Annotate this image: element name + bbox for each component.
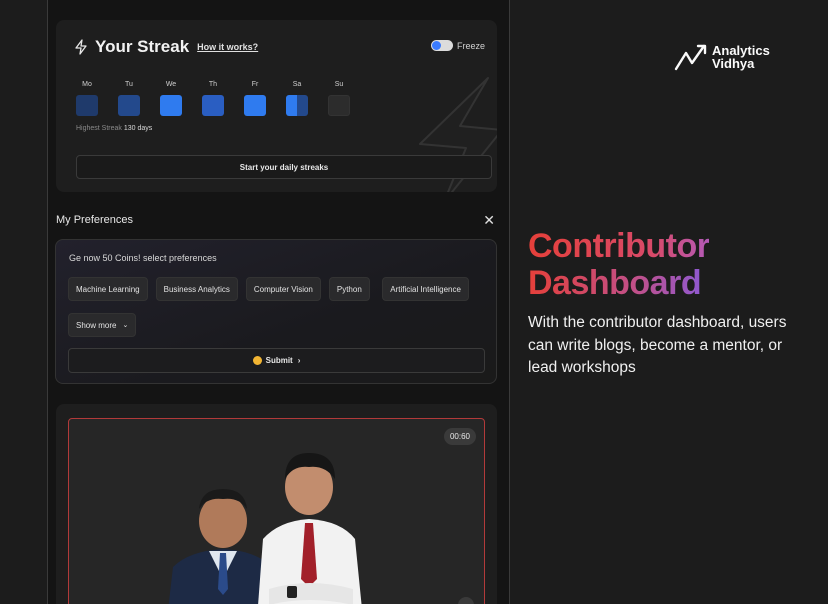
promo-headline: Contributor Dashboard — [528, 227, 710, 302]
day-label: We — [165, 81, 177, 88]
chip-artificial-intelligence[interactable]: Artificial Intelligence — [382, 277, 469, 301]
freeze-label: Freeze — [456, 40, 485, 51]
day-box — [244, 95, 266, 116]
day-fr: Fr — [244, 81, 266, 116]
day-label: Fr — [251, 81, 259, 88]
day-mo: Mo — [76, 81, 98, 116]
day-su: Su — [328, 81, 350, 116]
preference-chips: Machine Learning Business Analytics Comput… — [68, 277, 488, 349]
brand-line-2: Vidhya — [712, 56, 755, 71]
streak-title-row: Your Streak How it works? — [73, 37, 258, 57]
chip-machine-learning[interactable]: Machine Learning — [68, 277, 148, 301]
day-label: Su — [334, 81, 344, 88]
day-box — [76, 95, 98, 116]
analytics-vidhya-logo-icon — [674, 44, 707, 71]
brand-name: Analytics Vidhya — [712, 44, 770, 70]
day-sa: Sa — [286, 81, 308, 116]
coin-icon — [252, 356, 262, 365]
day-box — [328, 95, 350, 116]
chip-business-analytics[interactable]: Business Analytics — [155, 277, 238, 301]
day-label: Sa — [292, 81, 302, 88]
promo-description: With the contributor dashboard, users ca… — [528, 314, 787, 376]
day-box — [202, 95, 224, 116]
highest-streak-label: Highest Streak — [76, 125, 122, 132]
day-tu: Tu — [118, 81, 140, 116]
close-icon[interactable]: ✕ — [483, 212, 495, 229]
show-more-button[interactable]: Show more ⌄ — [68, 313, 137, 337]
day-box — [118, 95, 140, 116]
bolt-icon — [75, 39, 87, 55]
day-label: Th — [208, 81, 218, 88]
headline-line-1: Contributor — [528, 227, 710, 265]
presenters-image — [168, 453, 362, 604]
chip-python[interactable]: Python — [328, 277, 370, 301]
freeze-toggle[interactable]: Freeze — [430, 40, 485, 51]
day-box — [160, 95, 182, 116]
toggle-switch[interactable] — [430, 40, 453, 51]
submit-label: Submit — [265, 356, 293, 365]
submit-button[interactable]: Submit › — [68, 348, 485, 373]
start-streaks-button[interactable]: Start your daily streaks — [76, 155, 492, 179]
show-more-label: Show more — [76, 320, 117, 330]
how-it-works-link[interactable]: How it works? — [197, 42, 258, 52]
chevron-right-icon: › — [297, 356, 301, 365]
day-label: Mo — [82, 81, 92, 88]
highest-streak-value: 130 days — [123, 125, 153, 132]
preferences-title: My Preferences — [56, 214, 134, 226]
preferences-prompt: Ge now 50 Coins! select preferences — [69, 253, 217, 263]
headline-line-2: Dashboard — [528, 265, 709, 302]
video-card: 00:60 — [56, 404, 497, 604]
day-we: We — [160, 81, 182, 116]
preferences-card: Ge now 50 Coins! select preferences Mach… — [55, 239, 497, 384]
day-box — [286, 95, 308, 116]
brand-logo: Analytics Vidhya — [674, 43, 770, 71]
day-label: Tu — [125, 81, 133, 88]
app-panel: Your Streak How it works? Freeze Mo Tu W… — [47, 0, 510, 604]
chip-computer-vision[interactable]: Computer Vision — [245, 277, 321, 301]
highest-streak: Highest Streak 130 days — [76, 125, 152, 132]
streak-days: Mo Tu We Th Fr Sa Su — [76, 81, 370, 116]
share-icon[interactable] — [458, 597, 474, 604]
streak-title: Your Streak — [95, 37, 190, 56]
streak-card: Your Streak How it works? Freeze Mo Tu W… — [56, 20, 497, 192]
day-th: Th — [202, 81, 224, 116]
video-player[interactable]: 00:60 — [68, 418, 485, 604]
chevron-down-icon: ⌄ — [122, 322, 129, 329]
video-timer: 00:60 — [443, 428, 476, 445]
